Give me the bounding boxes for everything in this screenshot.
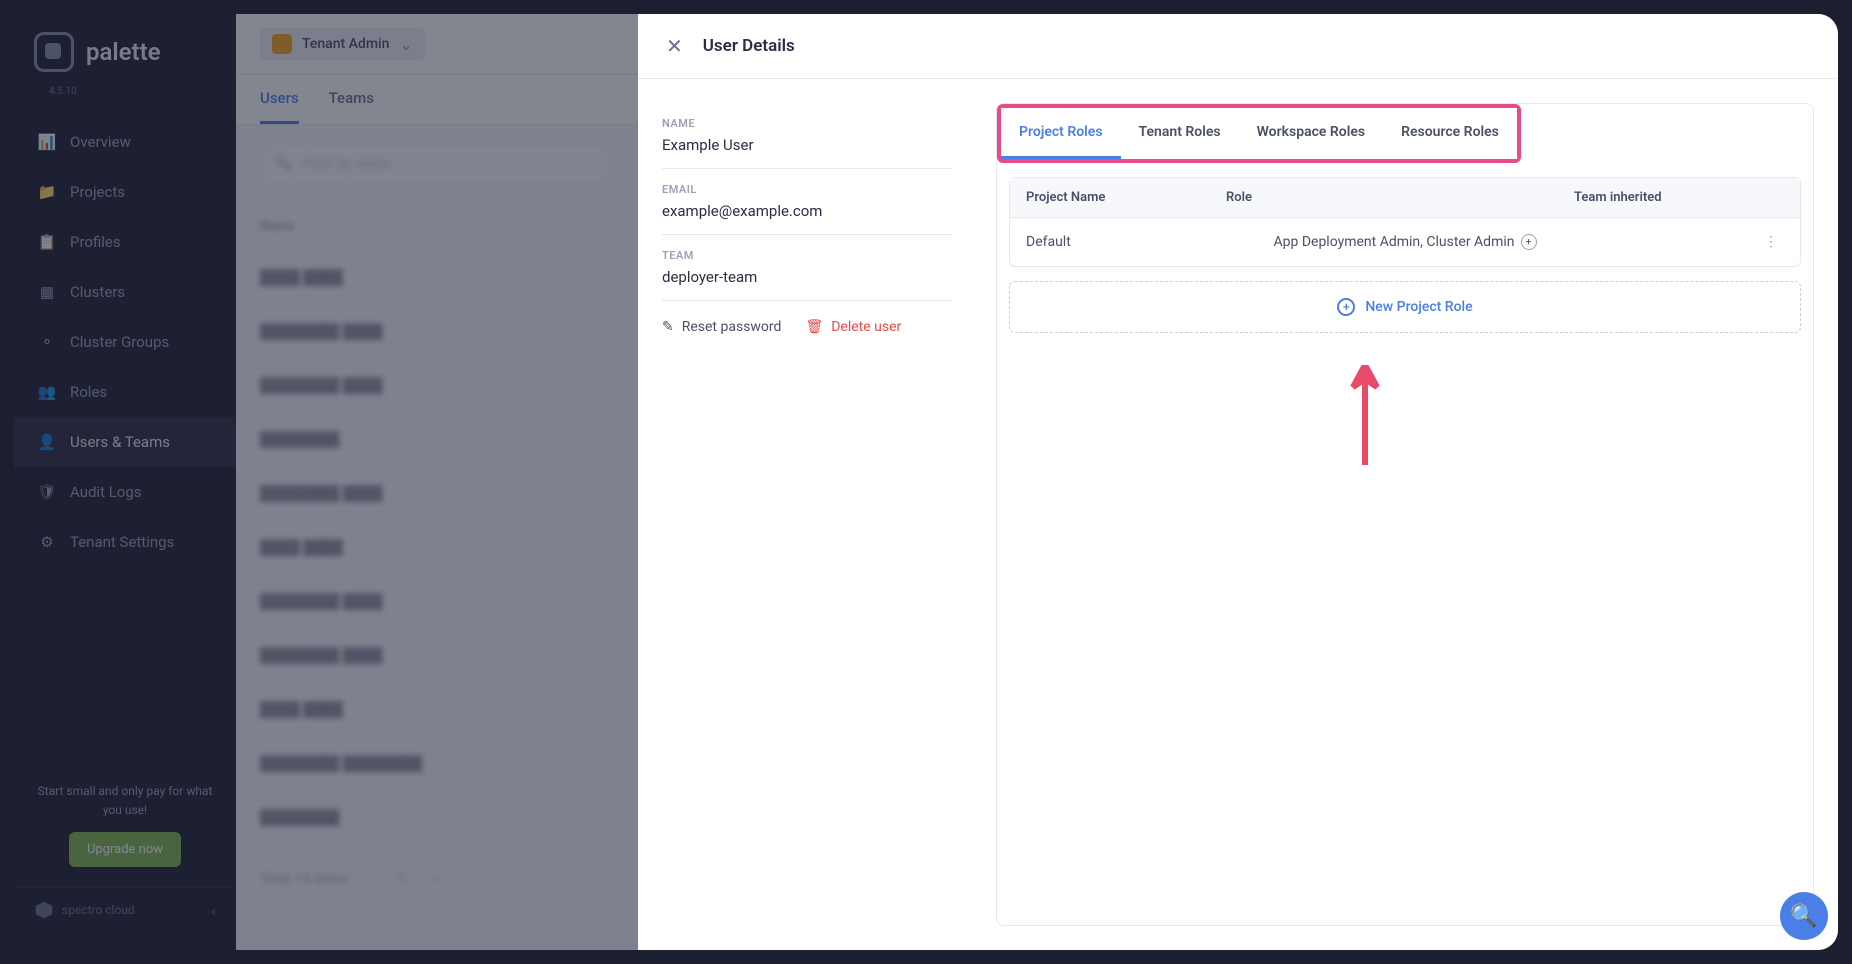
- close-button[interactable]: ✕: [666, 34, 683, 58]
- team-value: deployer-team: [662, 268, 952, 286]
- tab-resource-roles[interactable]: Resource Roles: [1383, 108, 1517, 159]
- arrow-annotation: [1345, 365, 1385, 465]
- help-button[interactable]: 🔍: [1780, 892, 1828, 940]
- user-info-panel: NAME Example User EMAIL example@example.…: [662, 103, 972, 926]
- email-label: EMAIL: [662, 183, 952, 196]
- team-label: TEAM: [662, 249, 952, 262]
- close-icon: ✕: [666, 34, 683, 58]
- roles-table-header: Project Name Role Team inherited: [1010, 178, 1800, 218]
- drawer-title: User Details: [703, 36, 795, 56]
- email-value: example@example.com: [662, 202, 952, 220]
- user-details-drawer: ✕ User Details NAME Example User EMAIL e…: [638, 14, 1838, 950]
- name-label: NAME: [662, 117, 952, 130]
- roles-text: App Deployment Admin, Cluster Admin: [1274, 234, 1515, 250]
- role-badges: App Deployment Admin, Cluster Admin +: [1186, 234, 1584, 250]
- plus-circle-icon: +: [1337, 298, 1355, 316]
- tab-workspace-roles[interactable]: Workspace Roles: [1239, 108, 1384, 159]
- project-name-cell: Default: [1026, 234, 1186, 250]
- plus-badge-icon[interactable]: +: [1521, 234, 1537, 250]
- col-role: Role: [1186, 190, 1574, 205]
- col-project-name: Project Name: [1026, 190, 1186, 205]
- roles-tabs-highlighted: Project Roles Tenant Roles Workspace Rol…: [997, 104, 1521, 163]
- tab-tenant-roles[interactable]: Tenant Roles: [1121, 108, 1239, 159]
- reset-label: Reset password: [682, 319, 782, 335]
- user-actions: ✎ Reset password 🗑 Delete user: [662, 301, 952, 335]
- col-team-inherited: Team inherited: [1574, 190, 1754, 205]
- email-field: EMAIL example@example.com: [662, 169, 952, 235]
- edit-icon: ✎: [662, 319, 674, 335]
- drawer-body: NAME Example User EMAIL example@example.…: [638, 79, 1838, 950]
- delete-label: Delete user: [831, 319, 901, 335]
- roles-panel: Project Roles Tenant Roles Workspace Rol…: [996, 103, 1814, 926]
- roles-table: Project Name Role Team inherited Default…: [1009, 177, 1801, 267]
- new-project-role-button[interactable]: + New Project Role: [1009, 281, 1801, 333]
- trash-icon: 🗑: [805, 319, 823, 335]
- new-role-label: New Project Role: [1365, 299, 1472, 315]
- roles-table-row[interactable]: Default App Deployment Admin, Cluster Ad…: [1010, 218, 1800, 266]
- delete-user-link[interactable]: 🗑 Delete user: [805, 319, 901, 335]
- search-help-icon: 🔍: [1790, 904, 1817, 929]
- drawer-header: ✕ User Details: [638, 14, 1838, 79]
- team-field: TEAM deployer-team: [662, 235, 952, 301]
- more-menu-icon[interactable]: ⋮: [1764, 234, 1784, 250]
- tab-project-roles[interactable]: Project Roles: [1001, 108, 1121, 159]
- name-value: Example User: [662, 136, 952, 154]
- name-field: NAME Example User: [662, 103, 952, 169]
- reset-password-link[interactable]: ✎ Reset password: [662, 319, 781, 335]
